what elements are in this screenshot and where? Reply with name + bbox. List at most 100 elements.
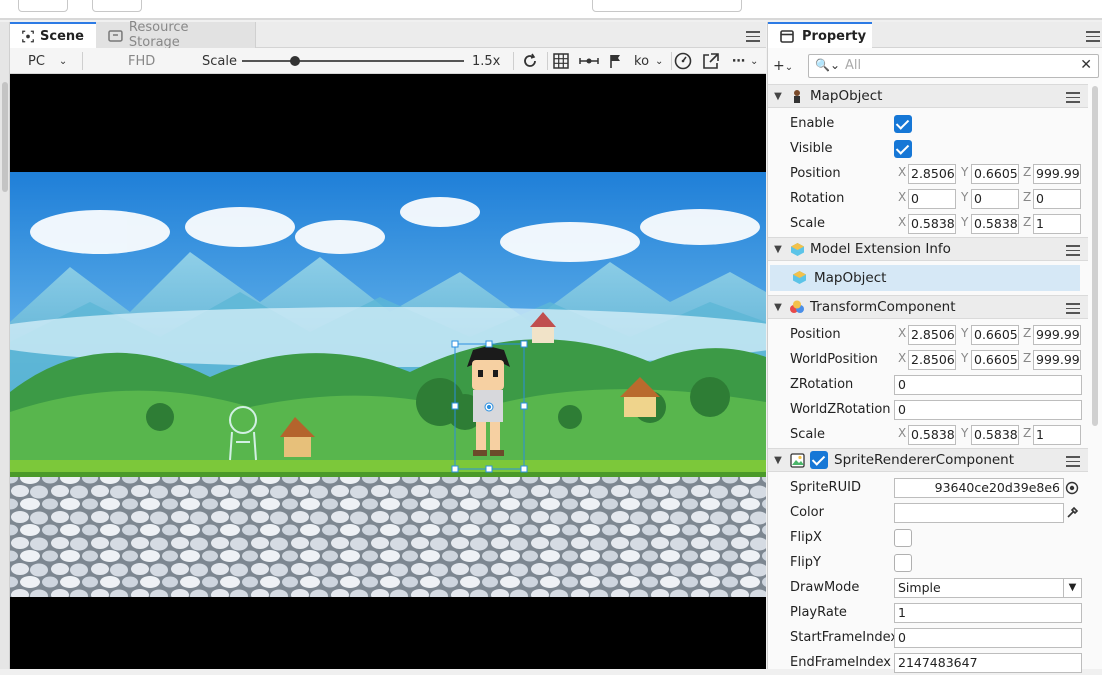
position-y-field[interactable]: 0.66059 xyxy=(971,164,1019,184)
axis-z-label: Z xyxy=(1023,326,1032,340)
chevron-down-icon[interactable]: ▼ xyxy=(768,455,788,466)
world-position-z-field[interactable]: 999.998 xyxy=(1033,350,1081,370)
transform-scale-y-field[interactable]: 0.58388 xyxy=(971,425,1019,445)
toolbar-divider xyxy=(671,52,672,70)
add-component-button[interactable]: +⌄ xyxy=(773,58,793,74)
enable-label: Enable xyxy=(790,116,835,131)
grid-icon[interactable] xyxy=(553,48,569,74)
start-frame-field[interactable]: 0 xyxy=(894,628,1082,648)
property-search-input[interactable]: 🔍⌄ All ✕ xyxy=(808,54,1099,78)
color-field[interactable] xyxy=(894,503,1064,523)
position-label: Position xyxy=(790,327,841,342)
flipx-checkbox[interactable] xyxy=(894,529,912,547)
property-scrollbar[interactable] xyxy=(1090,84,1100,426)
section-menu-icon[interactable] xyxy=(1066,456,1080,467)
flag-icon[interactable] xyxy=(609,48,623,74)
playrate-label: PlayRate xyxy=(790,605,847,620)
drawmode-value: Simple xyxy=(898,580,941,595)
toolbar-divider xyxy=(513,52,514,70)
top-center-button-group[interactable] xyxy=(592,0,742,12)
transform-position-row: Position X 2.85066 Y 0.66059 Z 999.998 xyxy=(768,323,1088,347)
position-z-field[interactable]: 999.998 xyxy=(1033,164,1081,184)
tab-property-label: Property xyxy=(802,28,867,44)
search-icon: 🔍⌄ xyxy=(815,58,840,72)
visible-label: Visible xyxy=(790,141,833,156)
toolbar-divider xyxy=(82,52,83,70)
resolution-select[interactable]: FHD xyxy=(128,48,155,74)
transform-position-y-field[interactable]: 0.66059 xyxy=(971,325,1019,345)
section-mapobject-header[interactable]: ▼ MapObject xyxy=(768,84,1088,108)
tab-resource-storage-label: Resource Storage xyxy=(128,20,189,50)
chevron-down-icon[interactable]: ▼ xyxy=(768,244,788,255)
snap-icon[interactable] xyxy=(579,48,599,74)
drawmode-select[interactable]: Simple ▼ xyxy=(894,578,1082,598)
position-xyz: X 2.85066 Y 0.66059 Z 999.998 xyxy=(898,164,1086,184)
section-menu-icon[interactable] xyxy=(1066,303,1080,314)
chevron-down-icon[interactable]: ▼ xyxy=(768,91,788,102)
storage-icon xyxy=(108,29,123,42)
top-left-button-2[interactable] xyxy=(92,0,142,12)
color-label: Color xyxy=(790,505,824,520)
open-external-icon[interactable] xyxy=(702,48,719,74)
section-model-extension-header[interactable]: ▼ Model Extension Info xyxy=(768,237,1088,261)
sprite-renderer-enabled-checkbox[interactable] xyxy=(810,451,828,469)
rotation-y-field[interactable]: 0 xyxy=(971,189,1019,209)
visible-checkbox[interactable] xyxy=(894,140,912,158)
property-panel-menu-icon[interactable] xyxy=(1086,31,1100,42)
transform-scale-x-field[interactable]: 0.58388 xyxy=(908,425,956,445)
scene-panel-menu-icon[interactable] xyxy=(746,31,760,42)
transform-position-z-field[interactable]: 999.998 xyxy=(1033,325,1081,345)
tab-resource-storage[interactable]: Resource Storage xyxy=(96,20,256,50)
flipy-checkbox[interactable] xyxy=(894,554,912,572)
visible-row: Visible xyxy=(768,137,1088,161)
dropdown-arrow-icon[interactable]: ▼ xyxy=(1063,579,1081,597)
world-position-x-field[interactable]: 2.85066 xyxy=(908,350,956,370)
world-position-y-field[interactable]: 0.66059 xyxy=(971,350,1019,370)
platform-select[interactable]: PC ⌄ xyxy=(28,48,67,74)
enable-checkbox[interactable] xyxy=(894,115,912,133)
start-frame-label: StartFrameIndex xyxy=(790,630,899,645)
language-select[interactable]: ko ⌄ xyxy=(634,48,663,74)
end-frame-row: EndFrameIndex 2147483647 xyxy=(768,651,1088,675)
scale-z-field[interactable]: 1 xyxy=(1033,214,1081,234)
tab-scene[interactable]: Scene xyxy=(10,22,96,48)
scale-slider-track[interactable] xyxy=(242,60,464,62)
rotation-x-field[interactable]: 0 xyxy=(908,189,956,209)
refresh-icon[interactable] xyxy=(522,48,538,74)
axis-y-label: Y xyxy=(961,165,969,179)
scene-viewport[interactable] xyxy=(10,74,766,669)
scale-y-field[interactable]: 0.58388 xyxy=(971,214,1019,234)
model-extension-item[interactable]: MapObject xyxy=(770,265,1080,291)
section-menu-icon[interactable] xyxy=(1066,245,1080,256)
rotation-z-field[interactable]: 0 xyxy=(1033,189,1081,209)
playrate-field[interactable]: 1 xyxy=(894,603,1082,623)
more-options-icon[interactable]: ⋯ ⌄ xyxy=(732,48,758,74)
target-picker-icon[interactable] xyxy=(1065,481,1079,499)
toolbar-divider xyxy=(547,52,548,70)
section-menu-icon[interactable] xyxy=(1066,92,1080,103)
section-transform-header[interactable]: ▼ TransformComponent xyxy=(768,295,1088,319)
flipy-label: FlipY xyxy=(790,555,821,570)
scale-x-field[interactable]: 0.58388 xyxy=(908,214,956,234)
end-frame-field[interactable]: 2147483647 xyxy=(894,653,1082,673)
chevron-down-icon[interactable]: ▼ xyxy=(768,302,788,313)
axis-x-label: X xyxy=(898,326,907,340)
top-right-button[interactable] xyxy=(800,0,840,12)
axis-x-label: X xyxy=(898,351,907,365)
transform-position-x-field[interactable]: 2.85066 xyxy=(908,325,956,345)
transform-scale-z-field[interactable]: 1 xyxy=(1033,425,1081,445)
close-icon[interactable]: ✕ xyxy=(1080,57,1092,73)
tab-property[interactable]: Property xyxy=(768,22,872,48)
zrotation-field[interactable]: 0 xyxy=(894,375,1082,395)
axis-z-label: Z xyxy=(1023,426,1032,440)
position-x-field[interactable]: 2.85066 xyxy=(908,164,956,184)
left-scrollbar[interactable] xyxy=(0,22,10,669)
eyedropper-icon[interactable] xyxy=(1066,506,1079,523)
flipy-row: FlipY xyxy=(768,551,1088,575)
top-left-button[interactable] xyxy=(18,0,68,12)
world-zrotation-field[interactable]: 0 xyxy=(894,400,1082,420)
performance-gauge-icon[interactable] xyxy=(674,48,692,74)
sprite-ruid-label: SpriteRUID xyxy=(790,480,861,495)
sprite-ruid-field[interactable]: 93640ce20d39e8e6 xyxy=(894,478,1064,498)
section-sprite-renderer-header[interactable]: ▼ SpriteRendererComponent xyxy=(768,448,1088,472)
